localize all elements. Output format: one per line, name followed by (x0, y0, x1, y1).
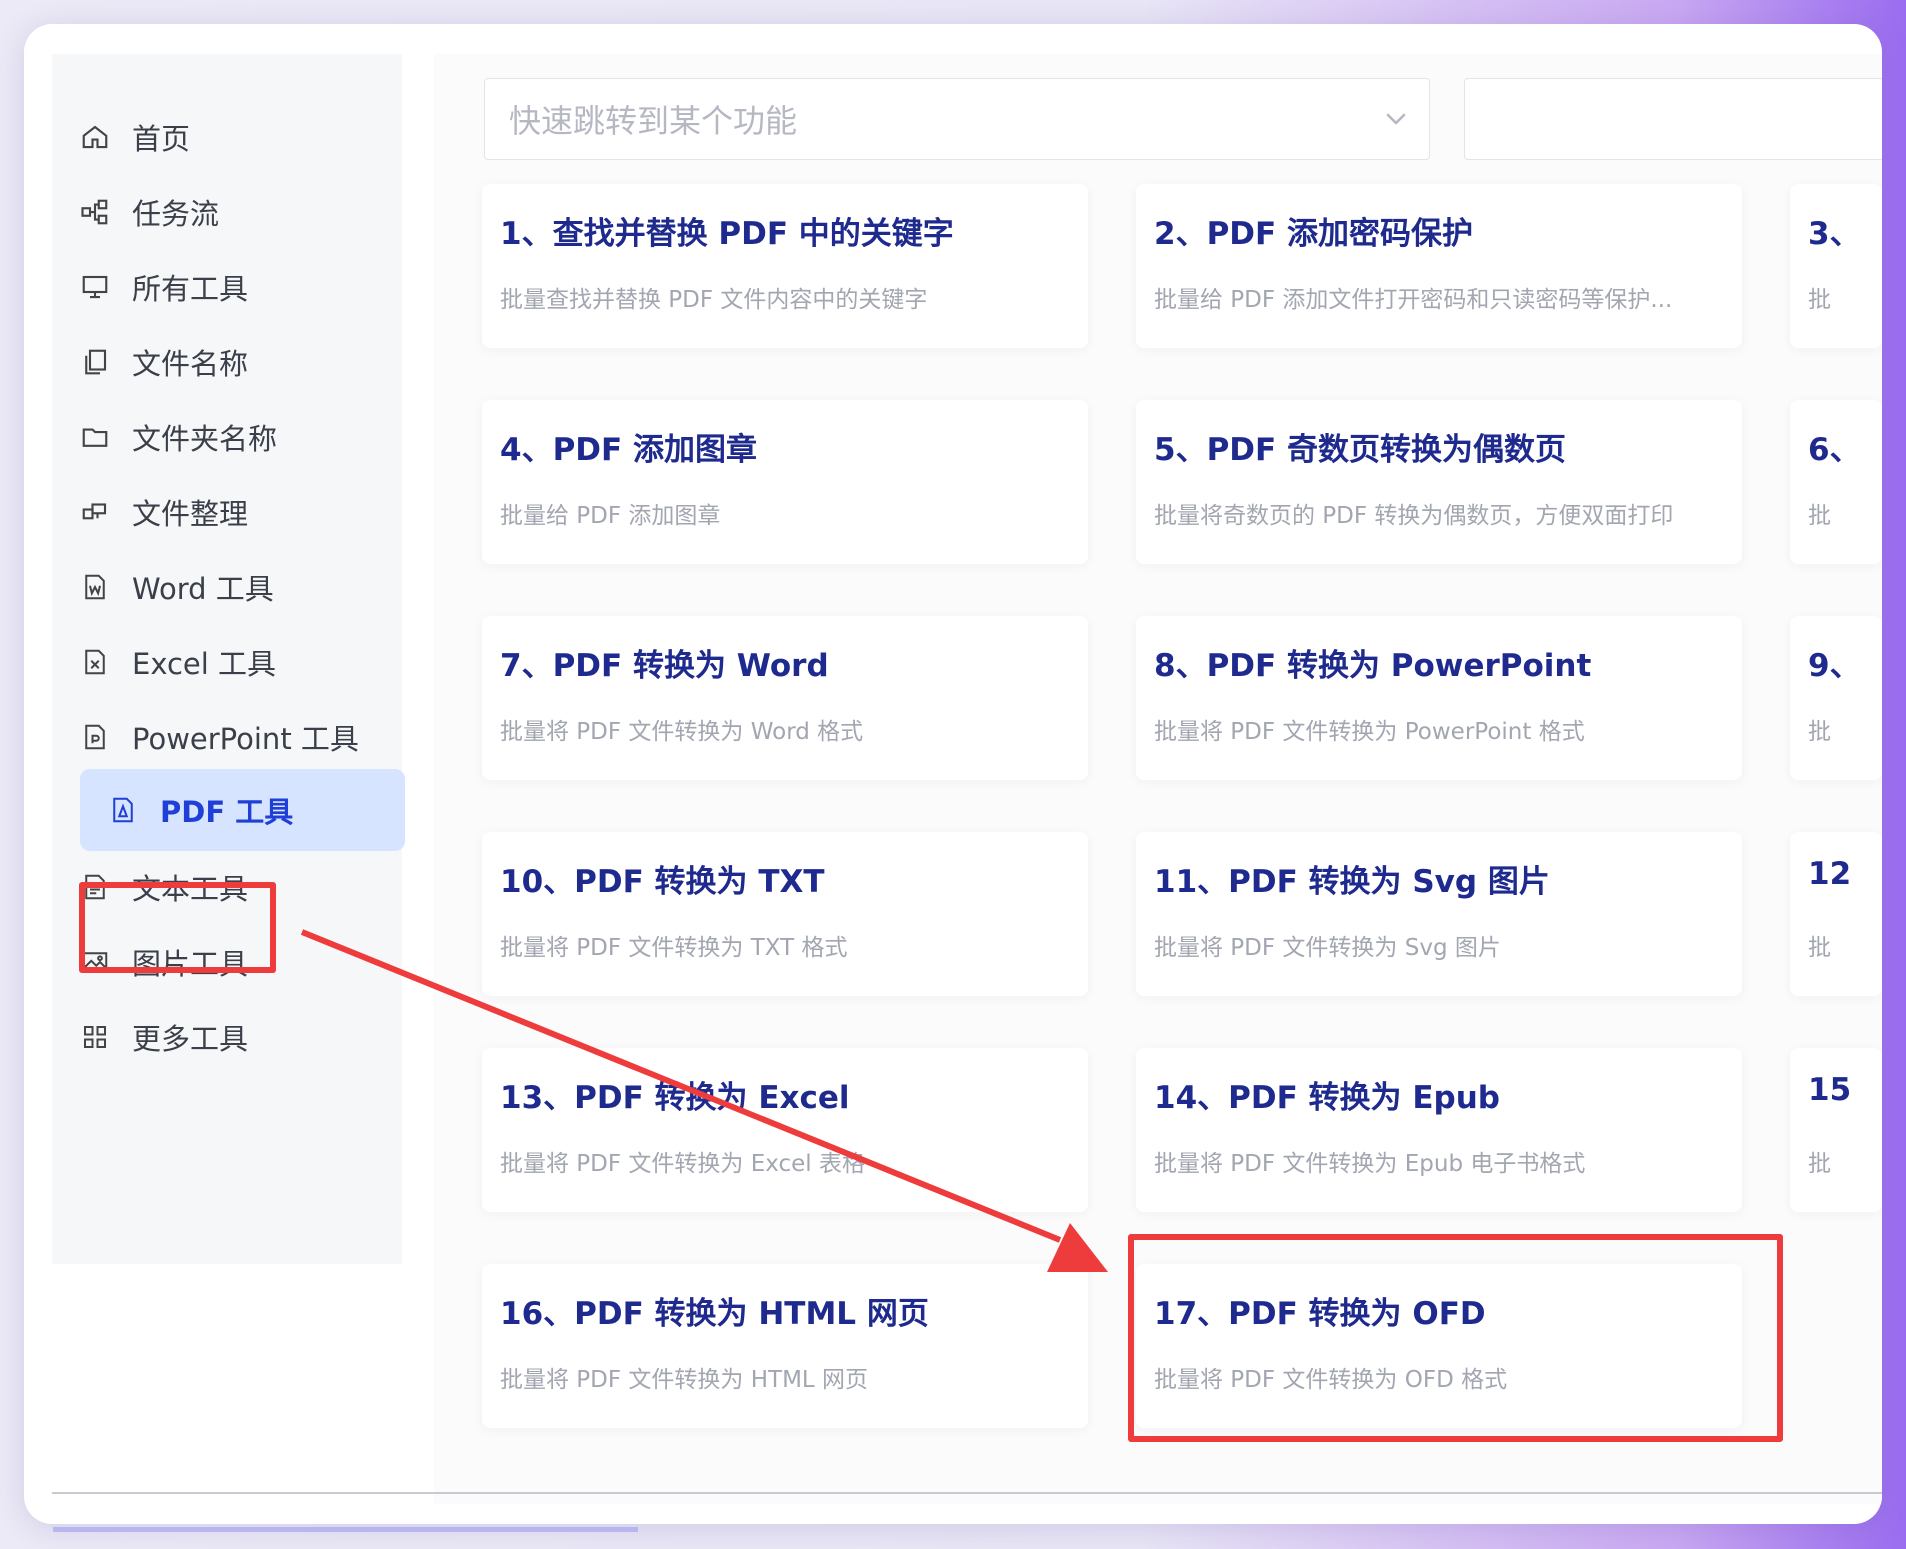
word-file-icon (78, 570, 112, 604)
sidebar-item-label: 任务流 (132, 197, 220, 231)
tool-card-title: 3、 (1808, 216, 1861, 252)
home-icon (78, 120, 112, 154)
grid-icon (78, 1020, 112, 1054)
scroll-indicator (53, 1527, 638, 1532)
tool-card-title: 12 (1808, 856, 1852, 892)
tool-card-desc: 批量将 PDF 文件转换为 Word 格式 (500, 719, 864, 745)
sidebar-item-more-tools[interactable]: 更多工具 (78, 1006, 408, 1068)
tool-card-desc: 批量给 PDF 添加图章 (500, 503, 721, 529)
tool-card-7[interactable]: 7、PDF 转换为 Word 批量将 PDF 文件转换为 Word 格式 (482, 616, 1088, 780)
tool-card-title: 6、 (1808, 432, 1861, 468)
tool-card-13[interactable]: 13、PDF 转换为 Excel 批量将 PDF 文件转换为 Excel 表格 (482, 1048, 1088, 1212)
sidebar-item-all-tools[interactable]: 所有工具 (78, 256, 408, 318)
tool-card-title: 7、PDF 转换为 Word (500, 648, 829, 684)
tool-card-4[interactable]: 4、PDF 添加图章 批量给 PDF 添加图章 (482, 400, 1088, 564)
organize-icon (78, 495, 112, 529)
search-select[interactable]: 快速跳转到某个功能 (484, 78, 1430, 160)
tool-card-desc: 批 (1808, 935, 1831, 961)
sidebar-item-label: 文件名称 (132, 347, 249, 381)
tool-card-1[interactable]: 1、查找并替换 PDF 中的关键字 批量查找并替换 PDF 文件内容中的关键字 (482, 184, 1088, 348)
sidebar-item-home[interactable]: 首页 (78, 106, 408, 168)
workflow-icon (78, 195, 112, 229)
tool-card-title: 1、查找并替换 PDF 中的关键字 (500, 216, 954, 252)
sidebar-item-powerpoint-tools[interactable]: PowerPoint 工具 (78, 706, 408, 768)
tool-card-desc: 批 (1808, 719, 1831, 745)
tool-card-desc: 批量将 PDF 文件转换为 OFD 格式 (1154, 1367, 1508, 1393)
tool-card-title: 16、PDF 转换为 HTML 网页 (500, 1296, 929, 1332)
sidebar-item-folder-name[interactable]: 文件夹名称 (78, 406, 408, 468)
tool-card-title: 4、PDF 添加图章 (500, 432, 757, 468)
tool-card-desc: 批量将 PDF 文件转换为 TXT 格式 (500, 935, 848, 961)
tool-card-title: 10、PDF 转换为 TXT (500, 864, 825, 900)
main-content: 快速跳转到某个功能 1、查找并替换 PDF 中的关键字 批量查找并替换 PDF … (434, 54, 1882, 1504)
sidebar-item-text-tools[interactable]: 文本工具 (78, 856, 408, 918)
tool-card-desc: 批量将奇数页的 PDF 转换为偶数页，方便双面打印 (1154, 503, 1674, 529)
file-copy-icon (78, 345, 112, 379)
sidebar-item-pdf-tools[interactable]: PDF 工具 (80, 769, 405, 851)
sidebar-item-label: PowerPoint 工具 (132, 722, 359, 756)
tool-card-desc: 批量将 PDF 文件转换为 Svg 图片 (1154, 935, 1501, 961)
tool-card-title: 2、PDF 添加密码保护 (1154, 216, 1473, 252)
sidebar-item-label: Word 工具 (132, 572, 274, 606)
sidebar-item-label: 首页 (132, 122, 191, 156)
tool-card-14[interactable]: 14、PDF 转换为 Epub 批量将 PDF 文件转换为 Epub 电子书格式 (1136, 1048, 1742, 1212)
tool-card-title: 13、PDF 转换为 Excel (500, 1080, 850, 1116)
tool-card-title: 14、PDF 转换为 Epub (1154, 1080, 1500, 1116)
monitor-icon (78, 270, 112, 304)
sidebar-item-label: 图片工具 (132, 947, 249, 981)
tool-card-desc: 批量给 PDF 添加文件打开密码和只读密码等保护... (1154, 287, 1673, 313)
tool-card-17[interactable]: 17、PDF 转换为 OFD 批量将 PDF 文件转换为 OFD 格式 (1136, 1264, 1742, 1428)
sidebar-item-image-tools[interactable]: 图片工具 (78, 931, 408, 993)
tool-card-5[interactable]: 5、PDF 奇数页转换为偶数页 批量将奇数页的 PDF 转换为偶数页，方便双面打… (1136, 400, 1742, 564)
powerpoint-file-icon (78, 720, 112, 754)
tool-card-11[interactable]: 11、PDF 转换为 Svg 图片 批量将 PDF 文件转换为 Svg 图片 (1136, 832, 1742, 996)
tool-card-title: 17、PDF 转换为 OFD (1154, 1296, 1486, 1332)
folder-icon (78, 420, 112, 454)
chevron-down-icon (1386, 113, 1406, 125)
tool-card-8[interactable]: 8、PDF 转换为 PowerPoint 批量将 PDF 文件转换为 Power… (1136, 616, 1742, 780)
tool-card-2[interactable]: 2、PDF 添加密码保护 批量给 PDF 添加文件打开密码和只读密码等保护... (1136, 184, 1742, 348)
tool-card-title: 8、PDF 转换为 PowerPoint (1154, 648, 1592, 684)
app-window: 首页 任务流 所有工具 文件名称 文件夹名称 文件整理 Word 工具 Exce… (24, 24, 1882, 1524)
sidebar-item-label: 文件夹名称 (132, 422, 278, 456)
tool-card-desc: 批量将 PDF 文件转换为 Excel 表格 (500, 1151, 865, 1177)
sidebar: 首页 任务流 所有工具 文件名称 文件夹名称 文件整理 Word 工具 Exce… (52, 54, 405, 1264)
tool-card-6[interactable]: 6、 批 (1790, 400, 1882, 564)
image-icon (78, 945, 112, 979)
sidebar-item-label: 所有工具 (132, 272, 249, 306)
sidebar-item-label: 文本工具 (132, 872, 249, 906)
text-file-icon (78, 870, 112, 904)
sidebar-item-label: 更多工具 (132, 1022, 249, 1056)
sidebar-item-file-name[interactable]: 文件名称 (78, 331, 408, 393)
sidebar-item-label: 文件整理 (132, 497, 249, 531)
tool-card-desc: 批量将 PDF 文件转换为 HTML 网页 (500, 1367, 869, 1393)
sidebar-item-excel-tools[interactable]: Excel 工具 (78, 631, 408, 693)
tool-card-title: 5、PDF 奇数页转换为偶数页 (1154, 432, 1566, 468)
bottom-divider (52, 1492, 1882, 1494)
tool-card-title: 11、PDF 转换为 Svg 图片 (1154, 864, 1550, 900)
sidebar-item-word-tools[interactable]: Word 工具 (78, 556, 408, 618)
sidebar-item-label: PDF 工具 (160, 795, 294, 829)
tool-card-9[interactable]: 9、 批 (1790, 616, 1882, 780)
excel-file-icon (78, 645, 112, 679)
secondary-input[interactable] (1464, 78, 1882, 160)
pdf-file-icon (106, 793, 140, 827)
tool-card-desc: 批量将 PDF 文件转换为 PowerPoint 格式 (1154, 719, 1585, 745)
tool-card-desc: 批 (1808, 1151, 1831, 1177)
tool-card-15[interactable]: 15 批 (1790, 1048, 1882, 1212)
tool-card-title: 9、 (1808, 648, 1861, 684)
tool-card-desc: 批量将 PDF 文件转换为 Epub 电子书格式 (1154, 1151, 1586, 1177)
sidebar-item-workflow[interactable]: 任务流 (78, 181, 408, 243)
tool-card-desc: 批 (1808, 287, 1831, 313)
tool-card-16[interactable]: 16、PDF 转换为 HTML 网页 批量将 PDF 文件转换为 HTML 网页 (482, 1264, 1088, 1428)
tool-card-3[interactable]: 3、 批 (1790, 184, 1882, 348)
tool-card-desc: 批 (1808, 503, 1831, 529)
tool-card-12[interactable]: 12 批 (1790, 832, 1882, 996)
tool-card-desc: 批量查找并替换 PDF 文件内容中的关键字 (500, 287, 928, 313)
search-placeholder: 快速跳转到某个功能 (509, 102, 798, 140)
sidebar-item-label: Excel 工具 (132, 647, 277, 681)
tool-card-10[interactable]: 10、PDF 转换为 TXT 批量将 PDF 文件转换为 TXT 格式 (482, 832, 1088, 996)
sidebar-item-file-organize[interactable]: 文件整理 (78, 481, 408, 543)
tool-card-title: 15 (1808, 1072, 1852, 1108)
